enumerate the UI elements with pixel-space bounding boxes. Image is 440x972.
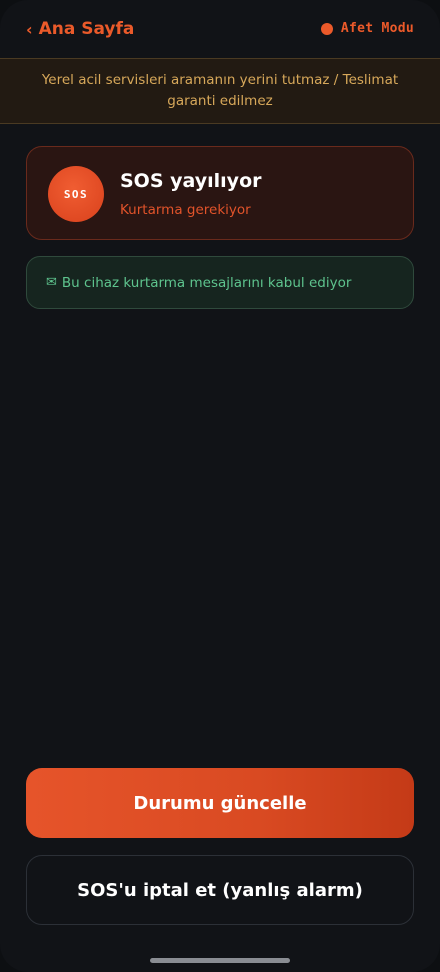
cancel-sos-button[interactable]: SOS'u iptal et (yanlış alarm) xyxy=(26,855,414,925)
update-status-label: Durumu güncelle xyxy=(133,792,307,814)
rescue-messages-notice: ✉ Bu cihaz kurtarma mesajlarını kabul ed… xyxy=(26,256,414,309)
sos-status-subtitle: Kurtarma gerekiyor xyxy=(120,202,251,218)
sos-status-title: SOS yayılıyor xyxy=(120,170,262,192)
disaster-mode-indicator: Afet Modu xyxy=(320,21,414,36)
top-bar: ‹ Ana Sayfa Afet Modu xyxy=(0,0,440,58)
sos-badge-text: SOS xyxy=(63,187,89,201)
cancel-sos-label: SOS'u iptal et (yanlış alarm) xyxy=(77,879,363,901)
sos-badge-icon: SOS xyxy=(48,166,104,222)
sos-status-card: SOS SOS yayılıyor Kurtarma gerekiyor xyxy=(26,146,414,240)
chevron-left-icon: ‹ xyxy=(26,19,33,39)
status-dot-icon xyxy=(320,22,333,35)
mode-label: Afet Modu xyxy=(340,21,414,36)
screen: ‹ Ana Sayfa Afet Modu Yerel acil servisl… xyxy=(0,0,440,972)
disclaimer-text: Yerel acil servisleri aramanın yerini tu… xyxy=(41,72,399,109)
home-indicator[interactable] xyxy=(150,958,290,963)
disclaimer-banner: Yerel acil servisleri aramanın yerini tu… xyxy=(0,58,440,124)
notice-text: Bu cihaz kurtarma mesajlarını kabul ediy… xyxy=(61,274,352,291)
envelope-icon: ✉ xyxy=(46,275,57,290)
back-button[interactable]: ‹ Ana Sayfa xyxy=(26,19,134,39)
update-status-button[interactable]: Durumu güncelle xyxy=(26,768,414,838)
back-label: Ana Sayfa xyxy=(38,19,135,39)
